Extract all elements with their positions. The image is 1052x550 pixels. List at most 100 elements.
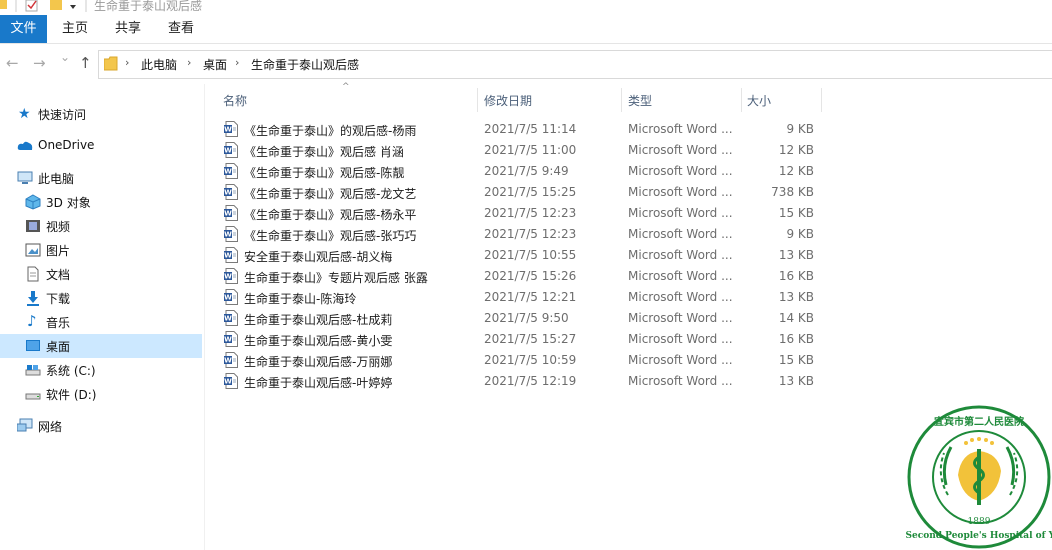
pane-divider[interactable] (204, 84, 205, 550)
sidebar-item-quick-access[interactable]: ★ 快速访问 (0, 102, 202, 126)
file-row[interactable]: W 《生命重于泰山》观后感-杨永平 2021/7/5 12:23 Microsoft … (216, 203, 822, 224)
file-name: 生命重于泰山观后感-黄小雯 (244, 334, 393, 348)
file-type: Microsoft Word ... (628, 143, 733, 157)
svg-text:W: W (224, 357, 232, 365)
svg-text:W: W (224, 378, 232, 386)
word-document-icon: W (224, 163, 238, 179)
svg-text:W: W (224, 168, 232, 176)
download-icon (27, 291, 39, 306)
sidebar-item-pictures[interactable]: 图片 (0, 238, 202, 262)
file-size: 12 KB (778, 164, 814, 178)
breadcrumb-current-folder[interactable]: 生命重于泰山观后感 (251, 56, 359, 73)
sort-ascending-icon: ^ (342, 82, 350, 92)
file-row[interactable]: W 生命重于泰山观后感-黄小雯 2021/7/5 15:27 Microsoft Wo… (216, 329, 822, 350)
tab-share[interactable]: 共享 (103, 15, 153, 43)
file-modified-date: 2021/7/5 11:00 (484, 143, 577, 157)
quick-access-toolbar-icons[interactable] (0, 0, 90, 13)
breadcrumb-this-pc[interactable]: 此电脑 (141, 56, 177, 73)
file-size: 12 KB (778, 143, 814, 157)
svg-text:W: W (224, 210, 232, 218)
sidebar-item-downloads[interactable]: 下载 (0, 286, 202, 310)
file-size: 9 KB (786, 227, 814, 241)
file-modified-date: 2021/7/5 15:26 (484, 269, 577, 283)
video-icon (26, 220, 40, 232)
breadcrumb-desktop[interactable]: 桌面 (203, 56, 227, 73)
column-header-name[interactable]: 名称 (223, 92, 247, 109)
up-button[interactable]: ↑ (79, 54, 92, 72)
sidebar-item-label: 快速访问 (38, 108, 87, 122)
file-size: 13 KB (778, 290, 814, 304)
file-row[interactable]: W 《生命重于泰山》的观后感-杨雨 2021/7/5 11:14 Microsoft … (216, 119, 822, 140)
file-row[interactable]: W 《生命重于泰山》观后感-张巧巧 2021/7/5 12:23 Microsoft … (216, 224, 822, 245)
word-document-icon: W (224, 373, 238, 389)
svg-text:W: W (224, 294, 232, 302)
column-divider[interactable] (477, 88, 478, 112)
svg-text:W: W (224, 147, 232, 155)
svg-text:W: W (224, 315, 232, 323)
breadcrumb-separator: › (125, 56, 130, 69)
sidebar-item-network[interactable]: 网络 (0, 414, 202, 438)
file-size: 15 KB (778, 353, 814, 367)
sidebar-item-label: 视频 (46, 220, 71, 234)
recent-locations-dropdown[interactable]: ⌄ (60, 50, 70, 64)
file-row[interactable]: W 《生命重于泰山》观后感 肖涵 2021/7/5 11:00 Microsoft W… (216, 140, 822, 161)
file-modified-date: 2021/7/5 12:21 (484, 290, 577, 304)
cube-icon (25, 194, 41, 210)
sidebar-item-videos[interactable]: 视频 (0, 214, 202, 238)
word-document-icon: W (224, 142, 238, 158)
folder-icon (104, 56, 118, 71)
file-name: 《生命重于泰山》观后感 肖涵 (244, 145, 404, 159)
file-row[interactable]: W 安全重于泰山观后感-胡义梅 2021/7/5 10:55 Microsoft Wo… (216, 245, 822, 266)
sidebar-item-desktop[interactable]: 桌面 (0, 334, 202, 358)
file-row[interactable]: W 《生命重于泰山》观后感-陈靓 2021/7/5 9:49 Microsoft Wo… (216, 161, 822, 182)
word-document-icon: W (224, 205, 238, 221)
file-name: 《生命重于泰山》观后感-张巧巧 (244, 229, 417, 243)
sidebar-item-3d-objects[interactable]: 3D 对象 (0, 190, 202, 214)
sidebar-item-music[interactable]: ♪ 音乐 (0, 310, 202, 334)
address-bar[interactable]: › 此电脑 › 桌面 › 生命重于泰山观后感 (98, 50, 1052, 79)
sidebar-item-label: 音乐 (46, 316, 71, 330)
column-divider[interactable] (741, 88, 742, 112)
file-name: 《生命重于泰山》观后感-龙文艺 (244, 187, 417, 201)
file-type: Microsoft Word ... (628, 248, 733, 262)
computer-icon (17, 171, 33, 184)
word-document-icon: W (224, 352, 238, 368)
sidebar-item-drive-d[interactable]: 软件 (D:) (0, 382, 202, 406)
column-header-date[interactable]: 修改日期 (484, 92, 532, 109)
sidebar-item-this-pc[interactable]: 此电脑 (0, 166, 202, 190)
sidebar-item-onedrive[interactable]: OneDrive (0, 134, 202, 158)
file-row[interactable]: W 生命重于泰山观后感-杜成莉 2021/7/5 9:50 Microsoft Wor… (216, 308, 822, 329)
sidebar-item-label: 文档 (46, 268, 71, 282)
svg-text:W: W (224, 126, 232, 134)
back-button[interactable]: ← (6, 54, 19, 72)
column-divider[interactable] (821, 88, 822, 112)
sidebar-item-documents[interactable]: 文档 (0, 262, 202, 286)
svg-text:The Second People's Hospital o: The Second People's Hospital of Yibin (906, 531, 1052, 541)
file-row[interactable]: W 生命重于泰山-陈海玲 2021/7/5 12:21 Microsoft Word … (216, 287, 822, 308)
file-name: 生命重于泰山观后感-杜成莉 (244, 313, 393, 327)
column-header-size[interactable]: 大小 (747, 92, 771, 109)
sidebar-item-drive-c[interactable]: 系统 (C:) (0, 358, 202, 382)
desktop-icon (26, 340, 40, 351)
file-row[interactable]: W 《生命重于泰山》观后感-龙文艺 2021/7/5 15:25 Microsoft … (216, 182, 822, 203)
file-name: 生命重于泰山-陈海玲 (244, 292, 357, 306)
column-header-type[interactable]: 类型 (628, 92, 652, 109)
forward-button[interactable]: → (33, 54, 46, 72)
file-type: Microsoft Word ... (628, 269, 733, 283)
tab-view[interactable]: 查看 (156, 15, 206, 43)
svg-text:W: W (224, 189, 232, 197)
column-divider[interactable] (621, 88, 622, 112)
star-icon: ★ (18, 106, 31, 122)
file-modified-date: 2021/7/5 10:55 (484, 248, 577, 262)
file-name: 生命重于泰山观后感-叶婷婷 (244, 376, 393, 390)
file-row[interactable]: W 生命重于泰山》专题片观后感 张露 2021/7/5 15:26 Microsoft… (216, 266, 822, 287)
file-type: Microsoft Word ... (628, 290, 733, 304)
file-modified-date: 2021/7/5 12:23 (484, 227, 577, 241)
drive-d-icon (25, 393, 41, 400)
word-document-icon: W (224, 226, 238, 242)
tab-file[interactable]: 文件 (0, 15, 47, 43)
column-header-row: ^ 名称 修改日期 类型 大小 (216, 82, 822, 112)
tab-home[interactable]: 主页 (50, 15, 100, 43)
file-row[interactable]: W 生命重于泰山观后感-叶婷婷 2021/7/5 12:19 Microsoft Wo… (216, 371, 822, 392)
file-row[interactable]: W 生命重于泰山观后感-万丽娜 2021/7/5 10:59 Microsoft Wo… (216, 350, 822, 371)
